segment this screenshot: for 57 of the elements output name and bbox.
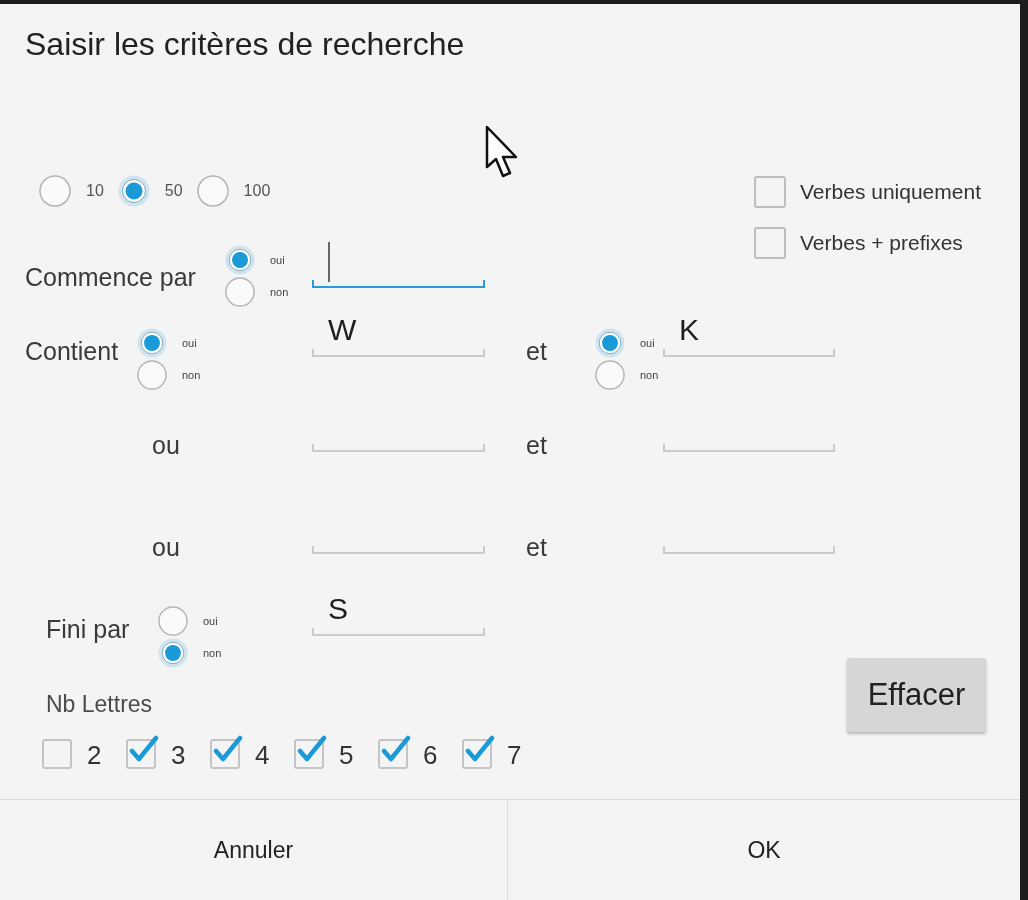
checkbox[interactable] [294, 735, 328, 769]
radio-button[interactable] [225, 277, 255, 307]
checkbox-label: 2 [87, 741, 102, 769]
checkbox[interactable] [462, 735, 496, 769]
radio-label: 10 [86, 181, 104, 201]
text-caret-icon [328, 242, 330, 282]
dialog-title: Saisir les critères de recherche [25, 25, 466, 64]
checkbox-label: 6 [423, 741, 438, 769]
radio-label: non [640, 368, 659, 382]
radio-button[interactable] [158, 638, 188, 668]
radio-label: oui [640, 336, 655, 350]
radio-button[interactable] [117, 175, 150, 207]
criterion-label: et [526, 431, 548, 459]
radio-label: oui [182, 336, 197, 350]
checkbox-label: Verbes uniquement [800, 179, 981, 205]
checkbox[interactable] [210, 735, 244, 769]
checkbox[interactable] [378, 735, 412, 769]
checkbox-label: 7 [507, 741, 522, 769]
radio-label: 50 [164, 181, 183, 201]
radio-button[interactable] [595, 328, 625, 358]
radio-button[interactable] [39, 175, 71, 207]
criterion-label: ou [152, 533, 180, 561]
radio-label: non [270, 285, 289, 299]
radio-button[interactable] [158, 606, 188, 636]
mouse-pointer-icon [485, 125, 519, 179]
section-label: Nb Lettres [46, 690, 154, 718]
text-field[interactable]: K [663, 309, 835, 357]
checkbox[interactable] [42, 739, 72, 769]
criterion-label: et [526, 337, 548, 365]
radio-label: oui [270, 253, 285, 267]
radio-button[interactable] [137, 360, 167, 390]
checkbox[interactable] [754, 227, 786, 259]
checkbox[interactable] [754, 176, 786, 208]
radio-label: 100 [243, 181, 271, 201]
checkbox-label: 3 [171, 741, 186, 769]
radio-button[interactable] [196, 175, 229, 207]
text-field[interactable] [312, 240, 485, 288]
text-field[interactable]: W [312, 309, 485, 357]
checkbox[interactable] [126, 735, 160, 769]
checkbox-label: 5 [339, 741, 354, 769]
ok-button[interactable]: OK [508, 800, 1020, 900]
criterion-label: Commence par [25, 263, 197, 291]
checkbox-label: Verbes + prefixes [800, 230, 963, 256]
text-field[interactable]: S [312, 588, 485, 636]
radio-label: non [203, 646, 222, 660]
checkbox-label: 4 [255, 741, 270, 769]
criterion-label: et [526, 533, 548, 561]
clear-button[interactable]: Effacer [847, 658, 986, 732]
radio-button[interactable] [225, 245, 255, 275]
radio-label: oui [203, 614, 218, 628]
criterion-label: Contient [25, 337, 120, 365]
criterion-label: ou [152, 431, 180, 459]
criterion-label: Fini par [46, 615, 131, 643]
cancel-button[interactable]: Annuler [0, 800, 508, 900]
radio-button[interactable] [595, 360, 625, 390]
radio-button[interactable] [137, 328, 167, 358]
radio-label: non [182, 368, 201, 382]
